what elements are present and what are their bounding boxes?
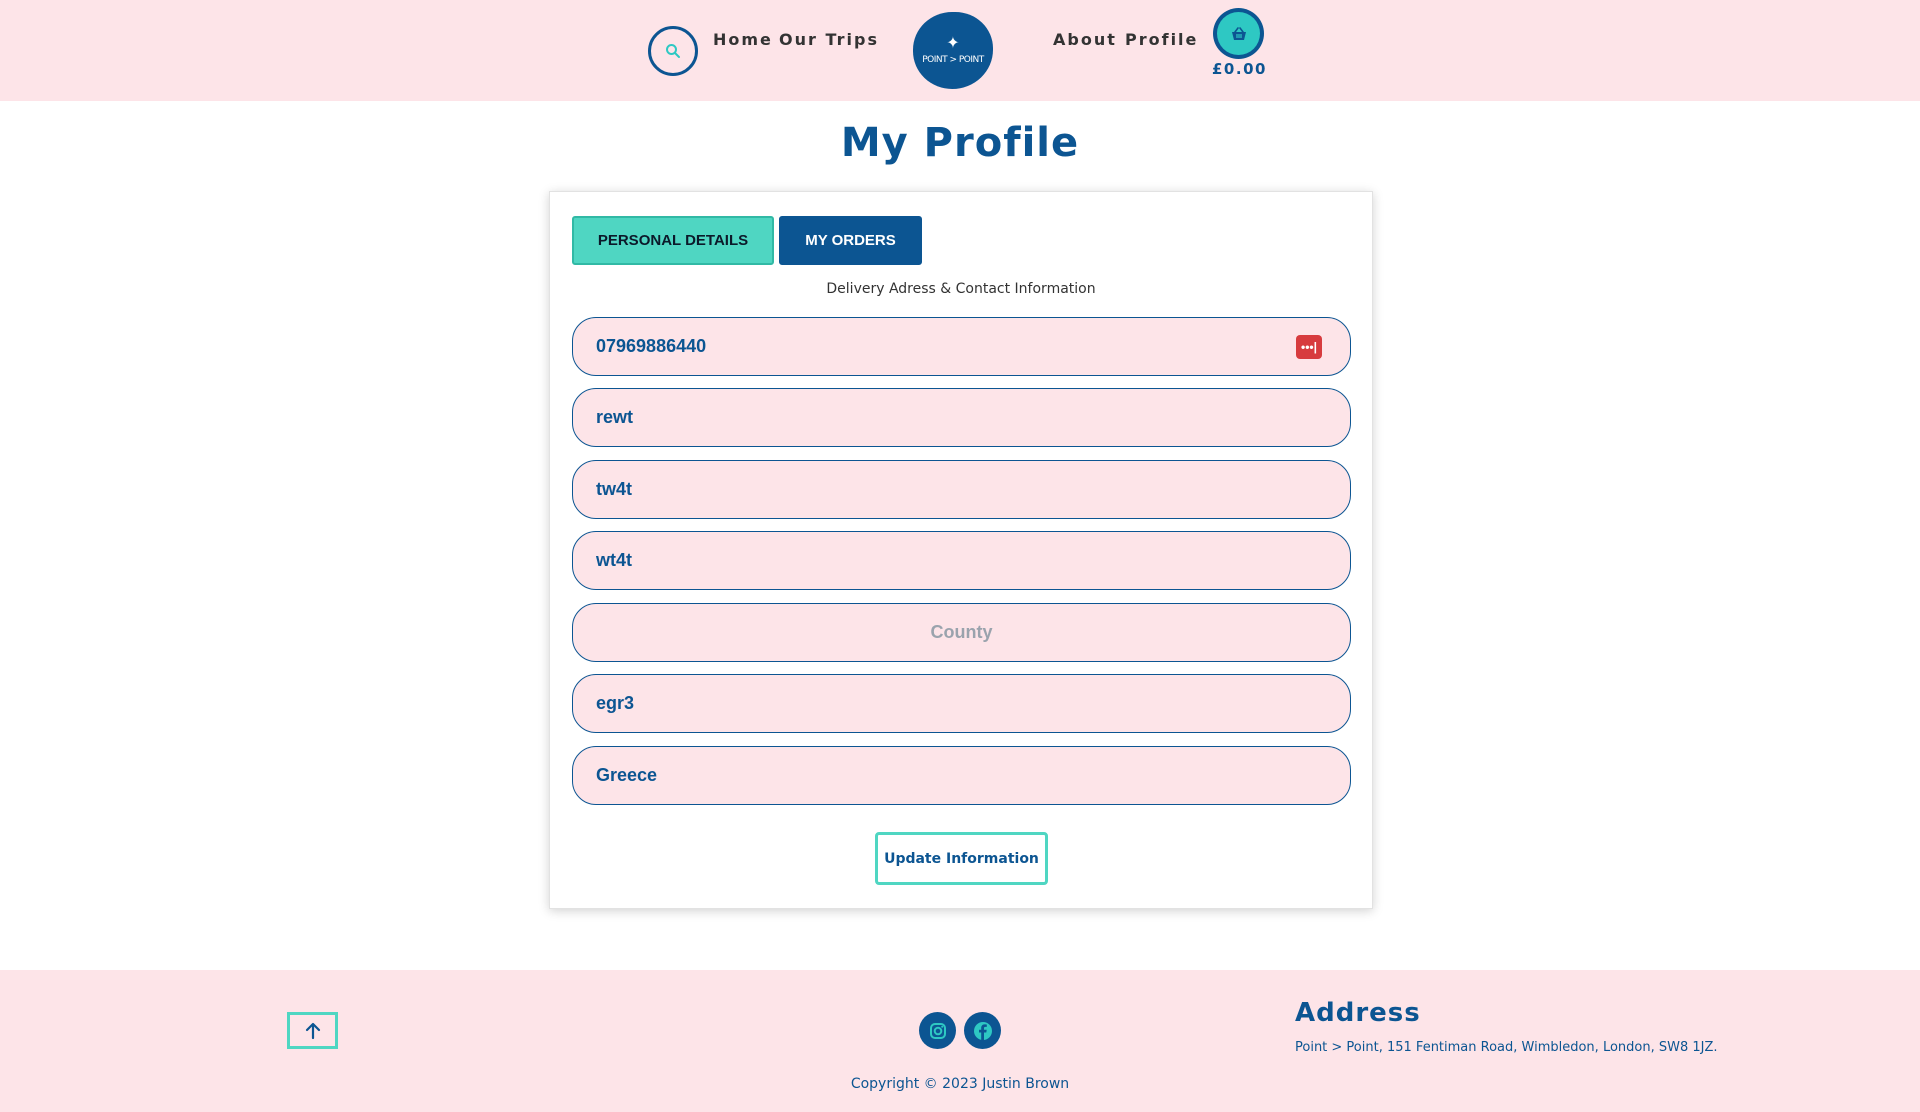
logo-text: POINT > POINT: [922, 55, 984, 65]
basket-icon: [1231, 26, 1246, 40]
page-title: My Profile: [840, 120, 1080, 166]
section-label: Delivery Adress & Contact Information: [826, 281, 1096, 297]
profile-card: PERSONAL DETAILS MY ORDERS Delivery Adre…: [549, 191, 1373, 909]
cart-total: £0.00: [1212, 60, 1267, 78]
address-line2-field[interactable]: tw4t: [572, 460, 1351, 519]
site-logo[interactable]: ✦ POINT > POINT: [913, 12, 993, 89]
site-footer: Copyright © 2023 Justin Brown Address Po…: [0, 970, 1920, 1112]
country-field[interactable]: Greece: [572, 746, 1351, 805]
nav-home[interactable]: Home: [713, 30, 773, 49]
facebook-icon: [973, 1021, 992, 1040]
search-icon: [666, 44, 680, 58]
town-value: wt4t: [596, 550, 632, 570]
phone-field[interactable]: 07969886440 •••|: [572, 317, 1351, 376]
nav-about[interactable]: About: [1053, 30, 1117, 49]
cart-button[interactable]: [1213, 8, 1264, 59]
address-line1-field[interactable]: rewt: [572, 388, 1351, 447]
town-field[interactable]: wt4t: [572, 531, 1351, 590]
address-text: Point > Point, 151 Fentiman Road, Wimble…: [1295, 1040, 1718, 1055]
instagram-icon: [929, 1022, 946, 1039]
nav-profile[interactable]: Profile: [1125, 30, 1198, 49]
county-placeholder: County: [930, 622, 993, 642]
search-button[interactable]: [648, 26, 698, 76]
password-manager-icon[interactable]: •••|: [1296, 335, 1322, 359]
postcode-value: egr3: [596, 693, 635, 713]
compass-star-icon: ✦: [946, 35, 960, 52]
tab-my-orders[interactable]: MY ORDERS: [779, 216, 922, 265]
address-line1-value: rewt: [596, 407, 634, 427]
address-line2-value: tw4t: [596, 479, 632, 499]
cart-button-inner: [1217, 12, 1260, 55]
site-header: Home Our Trips ✦ POINT > POINT About Pro…: [0, 0, 1920, 101]
country-value: Greece: [596, 765, 658, 785]
update-information-button[interactable]: Update Information: [875, 832, 1048, 885]
phone-field-value: 07969886440: [596, 336, 707, 356]
instagram-link[interactable]: [919, 1012, 956, 1049]
back-to-top-button[interactable]: [287, 1012, 338, 1049]
arrow-up-icon: [305, 1022, 320, 1039]
tab-personal-details[interactable]: PERSONAL DETAILS: [572, 216, 774, 265]
nav-our-trips[interactable]: Our Trips: [779, 30, 879, 49]
county-field[interactable]: County: [572, 603, 1351, 662]
postcode-field[interactable]: egr3: [572, 674, 1351, 733]
facebook-link[interactable]: [964, 1012, 1001, 1049]
address-heading: Address: [1295, 998, 1421, 1028]
copyright-text: Copyright © 2023 Justin Brown: [850, 1076, 1070, 1092]
